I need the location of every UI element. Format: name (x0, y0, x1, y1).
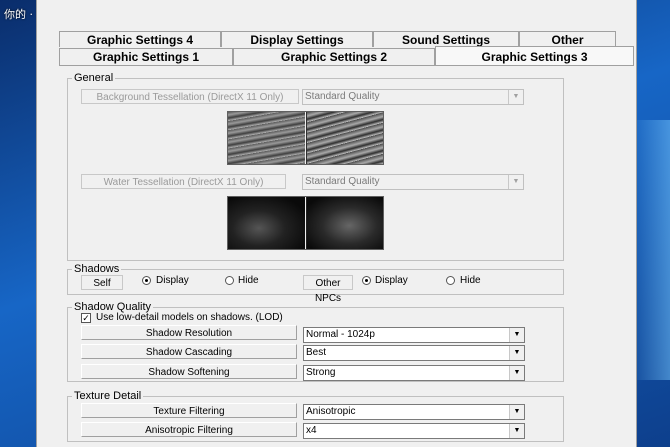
anisotropic-filtering-dropdown[interactable]: x4 ▼ (303, 423, 525, 439)
other-npcs-label: Other NPCs (303, 275, 353, 304)
tab-other[interactable]: Other (519, 31, 616, 47)
shadow-softening-label: Shadow Softening (81, 364, 297, 379)
tab-graphic-settings-2[interactable]: Graphic Settings 2 (233, 48, 435, 65)
tab-display-settings[interactable]: Display Settings (221, 31, 373, 47)
npc-display-radio[interactable] (362, 276, 371, 285)
anisotropic-filtering-label: Anisotropic Filtering (81, 422, 297, 437)
shadow-resolution-value: Normal - 1024p (306, 329, 375, 340)
water-tessellation-value: Standard Quality (305, 176, 380, 187)
self-display-radio[interactable] (142, 276, 151, 285)
texture-filtering-dropdown[interactable]: Anisotropic ▼ (303, 404, 525, 420)
chevron-down-icon: ▼ (508, 175, 523, 189)
self-display-label: Display (156, 275, 189, 286)
chevron-down-icon: ▼ (509, 366, 524, 380)
shadows-legend: Shadows (72, 263, 122, 275)
preview-on-image (306, 112, 383, 164)
water-tessellation-label: Water Tessellation (DirectX 11 Only) (81, 174, 286, 189)
background-tessellation-dropdown[interactable]: Standard Quality ▼ (302, 89, 524, 105)
settings-window: Graphic Settings 4 Display Settings Soun… (36, 0, 637, 447)
texture-filtering-label: Texture Filtering (81, 403, 297, 418)
shadows-group: Shadows Self Display Hide Other NPCs Dis… (67, 263, 564, 304)
tab-graphic-settings-1[interactable]: Graphic Settings 1 (59, 48, 233, 65)
chevron-down-icon: ▼ (509, 424, 524, 438)
anisotropic-filtering-value: x4 (306, 425, 317, 436)
texture-filtering-value: Anisotropic (306, 406, 356, 417)
chevron-down-icon: ▼ (509, 328, 524, 342)
shadow-resolution-label: Shadow Resolution (81, 325, 297, 340)
npc-hide-radio[interactable] (446, 276, 455, 285)
tab-graphic-settings-4[interactable]: Graphic Settings 4 (59, 31, 221, 47)
water-preview-off-image (228, 197, 305, 249)
shadow-softening-dropdown[interactable]: Strong ▼ (303, 365, 525, 381)
self-hide-label: Hide (238, 275, 259, 286)
background-tessellation-label: Background Tessellation (DirectX 11 Only… (81, 89, 299, 104)
chevron-down-icon: ▼ (509, 346, 524, 360)
background-tessellation-value: Standard Quality (305, 91, 380, 102)
lod-checkbox[interactable]: ✓ (81, 313, 91, 323)
texture-detail-legend: Texture Detail (72, 390, 144, 402)
shadow-resolution-dropdown[interactable]: Normal - 1024p ▼ (303, 327, 525, 343)
tab-content-border (59, 65, 634, 66)
general-legend: General (72, 72, 116, 84)
water-tessellation-preview (227, 196, 384, 250)
general-group: General Background Tessellation (DirectX… (67, 72, 564, 261)
lod-label: Use low-detail models on shadows. (LOD) (96, 312, 283, 323)
shadow-cascading-dropdown[interactable]: Best ▼ (303, 345, 525, 361)
preview-off-image (228, 112, 305, 164)
tab-graphic-settings-3[interactable]: Graphic Settings 3 (435, 46, 634, 66)
shadow-cascading-label: Shadow Cascading (81, 344, 297, 359)
water-preview-on-image (306, 197, 383, 249)
npc-display-label: Display (375, 275, 408, 286)
tab-sound-settings[interactable]: Sound Settings (373, 31, 519, 47)
npc-hide-label: Hide (460, 275, 481, 286)
shadow-quality-group: Shadow Quality ✓ Use low-detail models o… (67, 301, 564, 382)
chevron-down-icon: ▼ (508, 90, 523, 104)
chevron-down-icon: ▼ (509, 405, 524, 419)
self-label: Self (81, 275, 123, 290)
shadow-softening-value: Strong (306, 367, 336, 378)
background-tessellation-preview (227, 111, 384, 165)
self-hide-radio[interactable] (225, 276, 234, 285)
texture-detail-group: Texture Detail Texture Filtering Anisotr… (67, 390, 564, 442)
water-tessellation-dropdown[interactable]: Standard Quality ▼ (302, 174, 524, 190)
shadow-cascading-value: Best (306, 347, 327, 358)
